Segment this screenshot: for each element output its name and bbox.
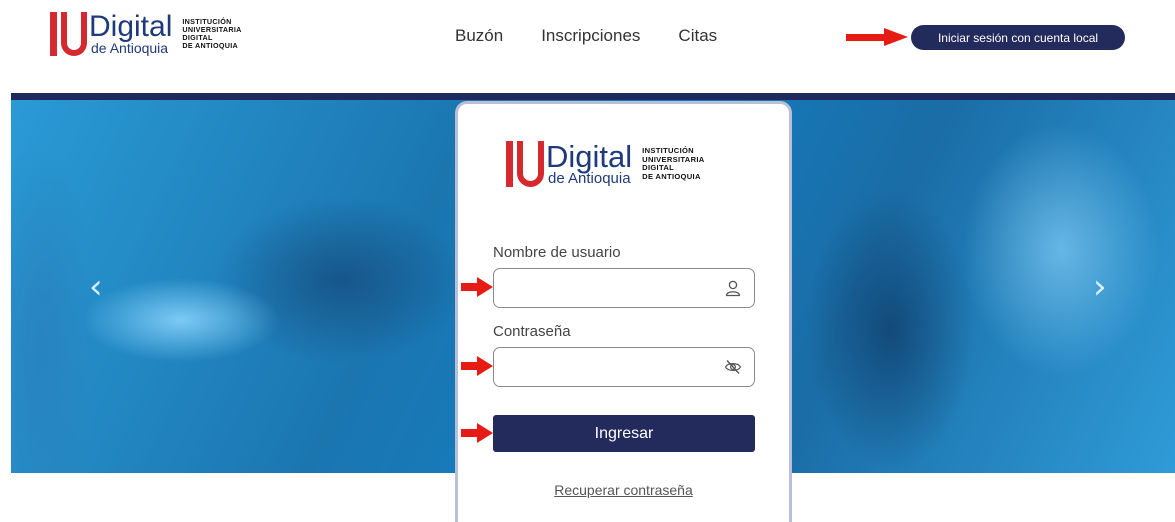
- logo-i-bar: [50, 12, 57, 56]
- page: Digital de Antioquia INSTITUCIÓN UNIVERS…: [0, 0, 1175, 522]
- logo-mark: [506, 141, 546, 187]
- local-login-button[interactable]: Iniciar sesión con cuenta local: [911, 25, 1125, 50]
- nav-item-citas[interactable]: Citas: [678, 26, 717, 46]
- user-icon: [725, 280, 741, 297]
- annotation-arrow: [846, 28, 908, 46]
- annotation-arrow: [461, 423, 493, 443]
- logo-word: Digital: [89, 10, 173, 43]
- logo-u-shape: [517, 141, 544, 187]
- logo-institution-line: DE ANTIOQUIA: [182, 41, 239, 50]
- logo-institution-line: DE ANTIOQUIA: [642, 171, 701, 181]
- annotation-arrow: [461, 356, 493, 376]
- logo-i-bar: [506, 141, 513, 187]
- username-field[interactable]: [493, 268, 755, 308]
- header: Digital de Antioquia INSTITUCIÓN UNIVERS…: [0, 0, 1175, 93]
- hero-top-bar: [11, 93, 1175, 100]
- submit-button[interactable]: Ingresar: [493, 415, 755, 452]
- nav-item-buzon[interactable]: Buzón: [455, 26, 503, 46]
- logo-wordmark: Digital de Antioquia: [546, 139, 633, 187]
- chevron-right-icon[interactable]: ›: [1093, 270, 1107, 304]
- username-label: Nombre de usuario: [493, 244, 621, 261]
- logo-institution: INSTITUCIÓN UNIVERSITARIA DIGITAL DE ANT…: [642, 146, 704, 181]
- logo-sub: de Antioquia: [91, 40, 169, 56]
- password-label: Contraseña: [493, 323, 571, 340]
- logo-mark: [50, 12, 89, 56]
- password-field[interactable]: [493, 347, 755, 387]
- recover-password-link[interactable]: Recuperar contraseña: [458, 482, 789, 498]
- login-card: Digital de Antioquia INSTITUCIÓN UNIVERS…: [455, 101, 792, 522]
- logo-wordmark: Digital de Antioquia: [89, 10, 173, 56]
- nav-item-inscripciones[interactable]: Inscripciones: [541, 26, 640, 46]
- site-logo[interactable]: Digital de Antioquia INSTITUCIÓN UNIVERS…: [50, 12, 242, 56]
- logo-sub: de Antioquia: [548, 170, 631, 187]
- logo-word: Digital: [546, 139, 633, 174]
- main-nav: Buzón Inscripciones Citas: [455, 26, 717, 46]
- chevron-left-icon[interactable]: ‹: [89, 270, 103, 304]
- eye-slash-icon[interactable]: [724, 358, 742, 376]
- card-logo: Digital de Antioquia INSTITUCIÓN UNIVERS…: [506, 141, 705, 187]
- annotation-arrow: [461, 277, 493, 297]
- logo-u-shape: [61, 12, 87, 56]
- logo-institution: INSTITUCIÓN UNIVERSITARIA DIGITAL DE ANT…: [182, 18, 241, 50]
